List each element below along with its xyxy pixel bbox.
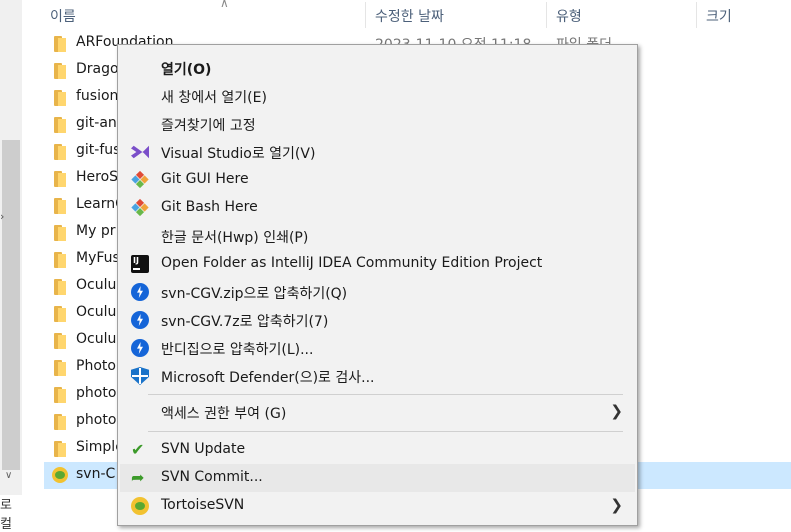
- menu-item-label: 열기(O): [161, 62, 212, 78]
- folder-icon: [54, 279, 66, 295]
- menu-item-label: 즐겨찾기에 고정: [161, 118, 256, 134]
- menu-item-pin-quick-access[interactable]: 즐겨찾기에 고정: [120, 110, 635, 138]
- git-icon: [131, 198, 149, 217]
- column-divider[interactable]: [546, 2, 547, 28]
- folder-icon: [54, 306, 66, 322]
- folder-icon: [54, 171, 66, 187]
- defender-shield-icon: [131, 367, 149, 385]
- menu-item-hwp-print[interactable]: 한글 문서(Hwp) 인쇄(P): [120, 222, 635, 250]
- folder-icon: [54, 144, 66, 160]
- folder-icon: [54, 117, 66, 133]
- folder-icon: [54, 333, 66, 349]
- folder-icon: [54, 198, 66, 214]
- menu-item-open[interactable]: 열기(O): [120, 54, 635, 82]
- bandizip-icon: [131, 339, 149, 357]
- item-name: git-an: [76, 115, 117, 131]
- menu-item-label: Git GUI Here: [161, 171, 249, 187]
- item-name: photo: [76, 412, 117, 428]
- navigation-scrollbar[interactable]: › ∨: [0, 0, 22, 495]
- menu-item-label: 액세스 권한 부여 (G): [161, 406, 287, 422]
- column-divider[interactable]: [696, 2, 697, 28]
- menu-item-bandizip-compress[interactable]: 반디집으로 압축하기(L)...: [120, 334, 635, 362]
- menu-item-zip-compress[interactable]: svn-CGV.zip으로 압축하기(Q): [120, 278, 635, 306]
- menu-item-label: Open Folder as IntelliJ IDEA Community E…: [161, 255, 543, 271]
- item-name: Oculu: [76, 277, 117, 293]
- menu-item-open-visual-studio[interactable]: Visual Studio로 열기(V): [120, 138, 635, 166]
- visual-studio-icon: [131, 145, 149, 159]
- context-menu: 열기(O) 새 창에서 열기(E) 즐겨찾기에 고정 Visual Studio…: [117, 44, 638, 526]
- folder-icon: [54, 90, 66, 106]
- folder-icon: [54, 387, 66, 403]
- item-name: Oculu: [76, 304, 117, 320]
- menu-item-git-bash[interactable]: Git Bash Here: [120, 194, 635, 222]
- bandizip-icon: [131, 283, 149, 301]
- folder-icon: [54, 252, 66, 268]
- sort-ascending-icon: ∧: [220, 0, 229, 10]
- tortoise-svn-icon: [131, 497, 149, 515]
- folder-icon: [54, 36, 66, 52]
- column-type[interactable]: 유형: [556, 6, 582, 26]
- item-name: git-fus: [76, 142, 121, 158]
- menu-item-label: TortoiseSVN: [161, 497, 245, 513]
- column-date-modified[interactable]: 수정한 날짜: [375, 6, 444, 26]
- column-header: ∧ 이름 수정한 날짜 유형 크기: [22, 0, 791, 30]
- menu-item-label: 반디집으로 압축하기(L)...: [161, 342, 314, 358]
- menu-item-label: svn-CGV.zip으로 압축하기(Q): [161, 286, 348, 302]
- folder-icon: [54, 414, 66, 430]
- column-name[interactable]: 이름: [50, 6, 76, 26]
- svn-update-icon: [131, 440, 149, 459]
- item-name: Drago: [76, 61, 119, 77]
- item-name: fusion: [76, 88, 119, 104]
- menu-item-git-gui[interactable]: Git GUI Here: [120, 166, 635, 194]
- menu-item-7z-compress[interactable]: svn-CGV.7z로 압축하기(7): [120, 306, 635, 334]
- item-name: HeroS: [76, 169, 119, 185]
- navigation-scrollbar-thumb[interactable]: [2, 140, 20, 470]
- menu-item-label: 새 창에서 열기(E): [161, 90, 267, 106]
- menu-item-label: svn-CGV.7z로 압축하기(7): [161, 314, 329, 330]
- menu-item-label: Git Bash Here: [161, 199, 258, 215]
- folder-icon: [54, 63, 66, 79]
- folder-icon: [54, 225, 66, 241]
- menu-separator: [148, 431, 623, 432]
- item-name: Oculu: [76, 331, 117, 347]
- menu-item-label: Microsoft Defender(으)로 검사...: [161, 370, 375, 386]
- menu-item-svn-commit[interactable]: SVN Commit...: [120, 464, 635, 492]
- menu-item-label: SVN Update: [161, 441, 246, 457]
- item-name: svn-C: [76, 466, 116, 482]
- item-name: My pr: [76, 223, 116, 239]
- navigation-pane: › ∨ 로컬: [0, 0, 22, 532]
- svn-commit-icon: [131, 468, 149, 487]
- menu-item-label: SVN Commit...: [161, 469, 263, 485]
- menu-item-svn-update[interactable]: SVN Update: [120, 436, 635, 464]
- column-divider[interactable]: [365, 2, 366, 28]
- folder-icon: [54, 441, 66, 457]
- item-name: photo: [76, 385, 117, 401]
- chevron-right-icon: ❯: [610, 402, 623, 420]
- svn-folder-icon: [52, 467, 68, 483]
- column-size[interactable]: 크기: [706, 6, 732, 26]
- intellij-icon: [131, 255, 149, 273]
- menu-item-defender-scan[interactable]: Microsoft Defender(으)로 검사...: [120, 362, 635, 390]
- scroll-down-arrow-icon[interactable]: ∨: [5, 470, 12, 481]
- menu-item-open-new-window[interactable]: 새 창에서 열기(E): [120, 82, 635, 110]
- navigation-item-local[interactable]: 로컬: [0, 494, 22, 532]
- folder-icon: [54, 360, 66, 376]
- item-name: MyFus: [76, 250, 120, 266]
- bandizip-icon: [131, 311, 149, 329]
- menu-item-label: Visual Studio로 열기(V): [161, 146, 316, 162]
- item-name: Photo: [76, 358, 116, 374]
- git-icon: [131, 170, 149, 189]
- chevron-right-icon: ❯: [610, 496, 623, 514]
- menu-item-tortoise-svn[interactable]: TortoiseSVN ❯: [120, 492, 635, 520]
- menu-item-label: 한글 문서(Hwp) 인쇄(P): [161, 230, 309, 246]
- menu-separator: [148, 394, 623, 395]
- navigation-expand-icon[interactable]: ›: [0, 210, 4, 223]
- menu-item-open-intellij[interactable]: Open Folder as IntelliJ IDEA Community E…: [120, 250, 635, 278]
- menu-item-grant-access[interactable]: 액세스 권한 부여 (G) ❯: [120, 398, 635, 426]
